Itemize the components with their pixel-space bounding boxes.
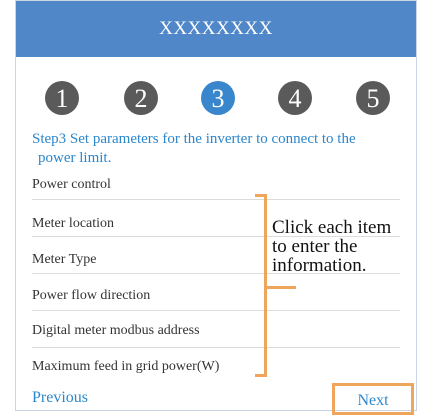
annotation-line1: Click each item bbox=[272, 217, 392, 238]
step-description-line1: Step3 Set parameters for the inverter to… bbox=[32, 131, 356, 147]
annotation-bracket bbox=[255, 194, 267, 377]
step-3-indicator: 3 bbox=[201, 81, 235, 115]
previous-button[interactable]: Previous bbox=[32, 389, 88, 407]
next-button[interactable]: Next bbox=[332, 383, 414, 415]
field-maximum-feed-in-grid-power[interactable]: Maximum feed in grid power(W) bbox=[32, 359, 402, 375]
divider bbox=[32, 347, 400, 348]
step-description: Step3 Set parameters for the inverter to… bbox=[32, 130, 422, 168]
annotation-bracket-pointer bbox=[267, 286, 296, 289]
dialog-frame bbox=[15, 0, 417, 411]
step-1-indicator: 1 bbox=[45, 81, 79, 115]
step-description-line2: power limit. bbox=[38, 150, 112, 166]
field-power-control[interactable]: Power control bbox=[32, 177, 402, 193]
annotation-line3: information. bbox=[272, 255, 367, 276]
annotation-note: Click each item to enter the information… bbox=[272, 218, 422, 275]
field-digital-meter-modbus-address[interactable]: Digital meter modbus address bbox=[32, 323, 402, 339]
header-title: XXXXXXXX bbox=[159, 18, 273, 39]
step-4-indicator: 4 bbox=[278, 81, 312, 115]
step-5-indicator: 5 bbox=[356, 81, 390, 115]
step-2-indicator: 2 bbox=[124, 81, 158, 115]
field-power-flow-direction[interactable]: Power flow direction bbox=[32, 288, 402, 304]
annotation-line2: to enter the bbox=[272, 236, 358, 257]
divider bbox=[32, 310, 400, 311]
divider bbox=[32, 199, 400, 200]
header-bar: XXXXXXXX bbox=[16, 1, 416, 57]
